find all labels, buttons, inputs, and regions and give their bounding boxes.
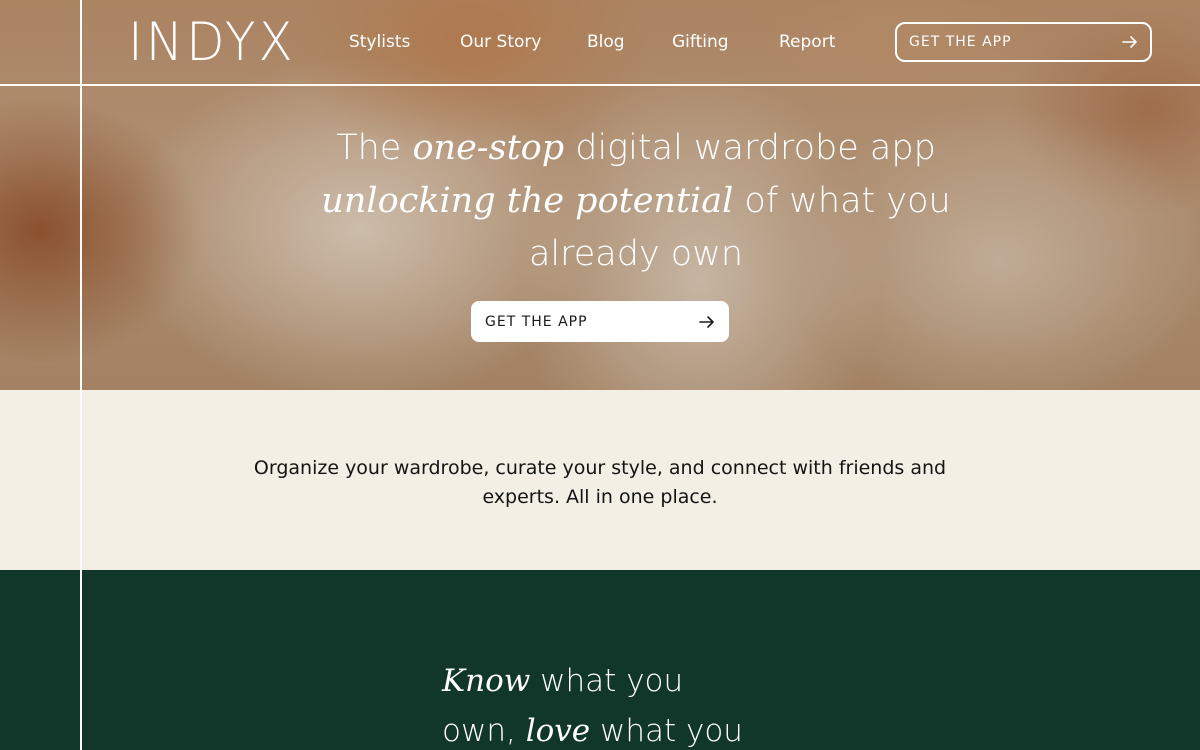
hero-headline: The one-stop digital wardrobe app unlock… — [300, 122, 972, 281]
hero-get-app-label: GET THE APP — [485, 313, 588, 330]
nav-item-gifting[interactable]: Gifting — [672, 30, 729, 54]
nav-item-stylists[interactable]: Stylists — [349, 30, 410, 54]
nav-item-our-story[interactable]: Our Story — [460, 30, 541, 54]
feature-text-1: what you — [530, 663, 684, 699]
hero-line1-post: digital wardrobe app — [564, 128, 936, 168]
nav-item-report[interactable]: Report — [779, 30, 835, 54]
logo[interactable]: INDYX — [128, 13, 296, 72]
feature-emphasis-know: Know — [442, 663, 531, 699]
header-divider — [0, 84, 1200, 86]
hero-line3: already own — [528, 234, 744, 274]
header-get-app-label: GET THE APP — [909, 34, 1012, 50]
hero-get-app-button[interactable]: GET THE APP — [471, 301, 729, 342]
hero-line1-emphasis: one-stop — [412, 128, 565, 168]
feature-text-2: own, — [442, 713, 526, 749]
feature-emphasis-love: love — [525, 713, 591, 749]
hero-line2-emphasis: unlocking the potential — [321, 181, 734, 221]
feature-headline: Know what you own, love what you — [442, 656, 862, 750]
header-get-app-button[interactable]: GET THE APP — [895, 22, 1152, 62]
hero-line1-pre: The — [336, 128, 413, 168]
vertical-divider — [80, 0, 82, 750]
intro-text: Organize your wardrobe, curate your styl… — [253, 457, 947, 508]
arrow-right-icon — [699, 315, 714, 328]
arrow-right-icon — [1122, 36, 1137, 48]
nav-item-blog[interactable]: Blog — [587, 30, 625, 54]
hero-line2-post: of what you — [733, 181, 951, 221]
feature-text-3: what you — [590, 713, 743, 749]
